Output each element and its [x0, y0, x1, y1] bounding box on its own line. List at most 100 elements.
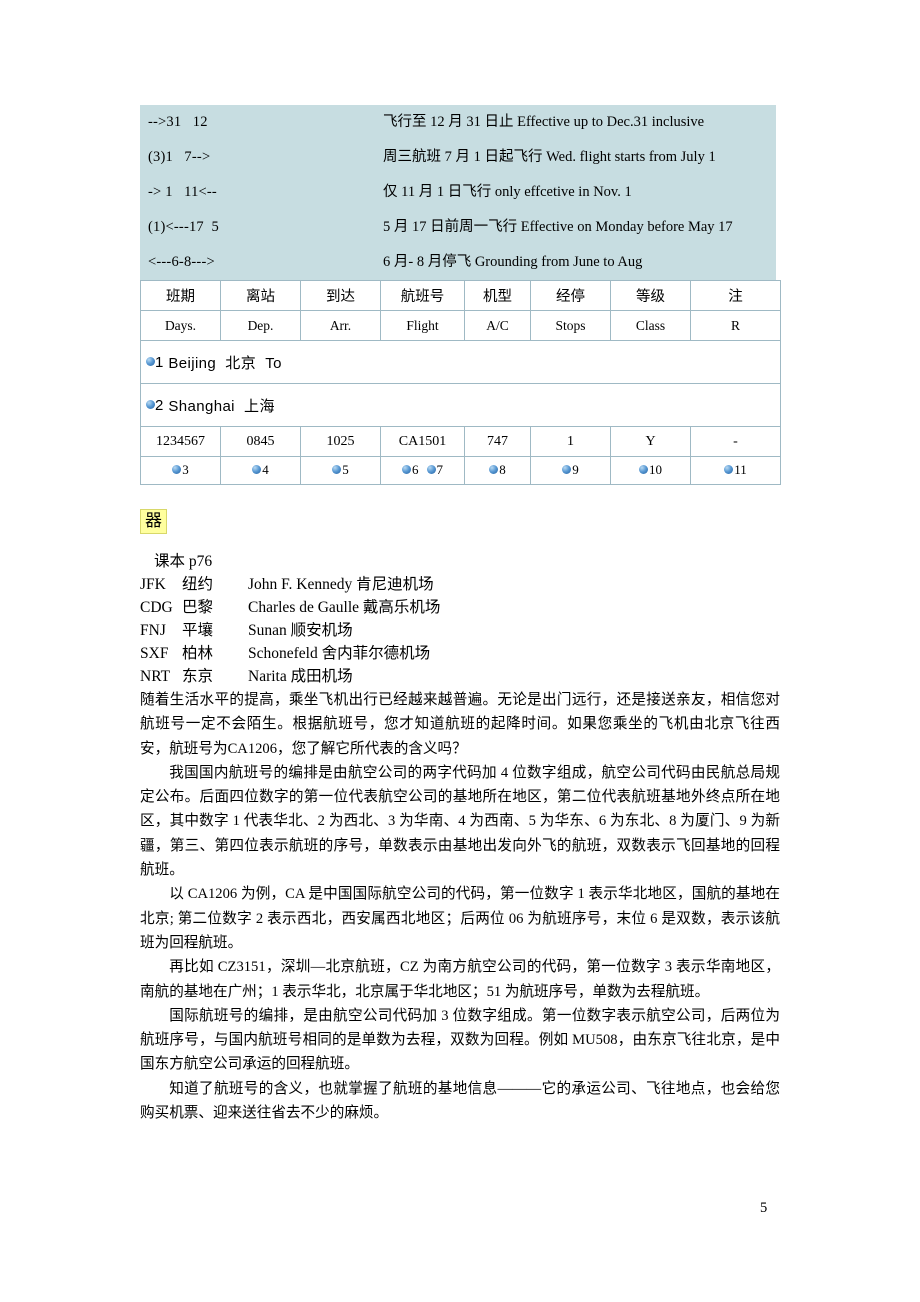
blue-ball-marker-icon	[172, 465, 182, 475]
legend-description: 飞行至 12 月 31 日止 Effective up to Dec.31 in…	[383, 114, 705, 130]
cell-departure: 0845	[220, 426, 301, 457]
column-header: 航班号	[380, 280, 465, 311]
list-item: SXF 柏林 Schonefeld 舍内菲尔德机场	[140, 642, 780, 665]
airport-code: SXF	[140, 645, 169, 662]
column-header: 到达	[300, 280, 381, 311]
cell-days: 1234567	[140, 426, 221, 457]
marker-number: 4	[262, 462, 269, 477]
legend-code: (1)<---17 5	[148, 219, 219, 235]
column-header-en: Days.	[140, 310, 221, 341]
legend-description: 6 月- 8 月停飞 Grounding from June to Aug	[383, 254, 643, 270]
cell-stops: 1	[530, 426, 611, 457]
marker-cell: 8	[464, 456, 531, 485]
origin-station-label: Beijing 北京 To	[168, 354, 282, 372]
column-header: 离站	[220, 280, 301, 311]
legend-code: <---6-8--->	[148, 254, 215, 270]
marker-number: 5	[342, 462, 349, 477]
marker-cell: 4	[220, 456, 301, 485]
cell-remark: -	[690, 426, 781, 457]
document-page: -->31 12 飞行至 12 月 31 日止 Effective up to …	[0, 0, 920, 1302]
list-item: FNJ 平壤 Sunan 顺安机场	[140, 619, 780, 642]
airport-full-name: Sunan 顺安机场	[248, 622, 353, 639]
airport-city: 纽约	[182, 576, 214, 593]
marker-cell: 10	[610, 456, 691, 485]
blue-ball-marker-icon	[146, 399, 155, 409]
airport-code: NRT	[140, 668, 171, 685]
paragraph: 随着生活水平的提高，乘坐飞机出行已经越来越普遍。无论是出门远行，还是接送亲友，相…	[140, 692, 780, 757]
blue-ball-marker-icon	[426, 465, 436, 475]
airport-full-name: Schonefeld 舍内菲尔德机场	[248, 645, 431, 662]
column-header-en: R	[690, 310, 781, 341]
airport-full-name: John F. Kennedy 肯尼迪机场	[248, 576, 434, 593]
blue-ball-marker-icon	[489, 465, 499, 475]
blue-ball-marker-icon	[402, 465, 411, 475]
marker-cell: 5	[300, 456, 381, 485]
marker-number: 6	[412, 462, 419, 477]
column-header-en: Stops	[530, 310, 611, 341]
annotation-marker-row: 3 4 5 67 8 9 10 11	[140, 456, 781, 485]
legend-code: -->31 12	[148, 114, 208, 130]
legend-row: -->31 12 飞行至 12 月 31 日止 Effective up to …	[140, 105, 776, 140]
column-header: 等级	[610, 280, 691, 311]
marker-cell: 3	[140, 456, 221, 485]
cell-flight-number: CA1501	[380, 426, 465, 457]
origin-marker-number: 1	[155, 353, 164, 371]
marker-cell: 9	[530, 456, 611, 485]
marker-number: 8	[499, 462, 506, 477]
blue-ball-marker-icon	[724, 465, 734, 475]
marker-number: 3	[182, 462, 189, 477]
paragraph: 再比如 CZ3151，深圳—北京航班，CZ 为南方航空公司的代码，第一位数字 3…	[140, 959, 780, 1000]
list-item: JFK 纽约 John F. Kennedy 肯尼迪机场	[140, 573, 780, 596]
schedule-legend-banner: -->31 12 飞行至 12 月 31 日止 Effective up to …	[140, 105, 776, 280]
airport-city: 平壤	[182, 622, 214, 639]
column-header-en: Flight	[380, 310, 465, 341]
article-body: 随着生活水平的提高，乘坐飞机出行已经越来越普遍。无论是出门远行，还是接送亲友，相…	[140, 688, 780, 1125]
airport-city: 柏林	[182, 645, 214, 662]
destination-station-label: Shanghai 上海	[168, 397, 275, 415]
destination-marker-number: 2	[155, 396, 164, 414]
column-header: 经停	[530, 280, 611, 311]
blue-ball-marker-icon	[146, 356, 155, 366]
column-header-en: Arr.	[300, 310, 381, 341]
column-header: 机型	[464, 280, 531, 311]
column-header: 班期	[140, 280, 221, 311]
table-header-row-en: Days. Dep. Arr. Flight A/C Stops Class R	[140, 310, 781, 341]
table-row: 1234567 0845 1025 CA1501 747 1 Y -	[140, 426, 781, 457]
legend-description: 周三航班 7 月 1 日起飞行 Wed. flight starts from …	[383, 149, 716, 165]
paragraph: 知道了航班号的含义，也就掌握了航班的基地信息———它的承运公司、飞往地点，也会给…	[140, 1080, 780, 1122]
origin-station-row: 1 Beijing 北京 To	[140, 340, 781, 384]
page-number: 5	[760, 1200, 768, 1216]
list-item: NRT 东京 Narita 成田机场	[140, 665, 780, 688]
cell-arrival: 1025	[300, 426, 381, 457]
flight-timetable: 班期 离站 到达 航班号 机型 经停 等级 注 Days. Dep. Arr. …	[140, 280, 781, 485]
paragraph: 我国国内航班号的编排是由航空公司的两字代码加 4 位数字组成，航空公司代码由民航…	[140, 764, 780, 879]
blue-ball-marker-icon	[639, 465, 648, 475]
legend-code: (3)1 7-->	[148, 149, 211, 165]
airport-code: CDG	[140, 599, 173, 616]
airport-code: JFK	[140, 576, 166, 593]
airport-city: 巴黎	[182, 599, 214, 616]
destination-station-cell: 2 Shanghai 上海	[140, 383, 781, 427]
marker-number: 10	[649, 462, 662, 477]
cell-aircraft: 747	[464, 426, 531, 457]
column-header-en: A/C	[464, 310, 531, 341]
destination-station-row: 2 Shanghai 上海	[140, 383, 781, 427]
marker-number: 9	[572, 462, 579, 477]
marker-cell: 11	[690, 456, 781, 485]
blue-ball-marker-icon	[332, 465, 342, 475]
airport-full-name: Charles de Gaulle 戴高乐机场	[248, 599, 441, 616]
cell-class: Y	[610, 426, 691, 457]
blue-ball-marker-icon	[562, 465, 572, 475]
airport-full-name: Narita 成田机场	[248, 668, 353, 685]
legend-description: 5 月 17 日前周一飞行 Effective on Monday before…	[383, 219, 733, 235]
column-header-en: Class	[610, 310, 691, 341]
legend-code: -> 1 11<--	[148, 184, 217, 200]
marker-cell-dual: 67	[380, 456, 465, 485]
textbook-reference: 课本 p76	[154, 553, 213, 570]
legend-row: -> 1 11<-- 仅 11 月 1 日飞行 only effcetive i…	[140, 175, 776, 210]
marker-number: 11	[734, 462, 747, 477]
origin-station-cell: 1 Beijing 北京 To	[140, 340, 781, 384]
paragraph: 国际航班号的编排，是由航空公司代码加 3 位数字组成。第一位数字表示航空公司，后…	[140, 1007, 780, 1073]
blue-ball-marker-icon	[252, 465, 262, 475]
airport-code-list: 课本 p76 JFK 纽约 John F. Kennedy 肯尼迪机场 CDG 巴黎 C…	[140, 550, 780, 688]
